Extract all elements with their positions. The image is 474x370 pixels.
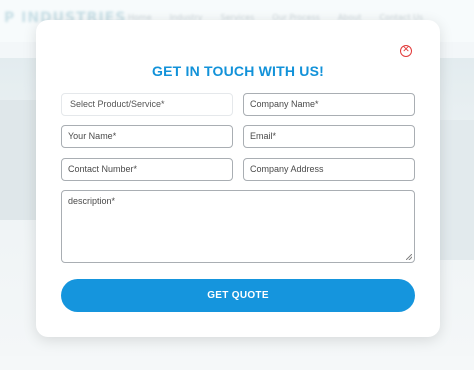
product-select[interactable]: Select Product/Service*: [61, 93, 233, 116]
background-block: [0, 100, 36, 220]
background-footer: [0, 356, 474, 370]
company-name-field[interactable]: Company Name*: [243, 93, 415, 116]
description-textarea[interactable]: description*: [61, 190, 415, 263]
modal-title: GET IN TOUCH WITH US!: [152, 63, 324, 79]
close-icon[interactable]: ✕: [400, 45, 412, 57]
description-placeholder: description*: [68, 196, 116, 206]
contact-number-field[interactable]: Contact Number*: [61, 158, 233, 181]
background-block: [440, 120, 474, 260]
your-name-field[interactable]: Your Name*: [61, 125, 233, 148]
resize-grip-icon[interactable]: [406, 254, 412, 260]
quote-modal: ✕ GET IN TOUCH WITH US! Select Product/S…: [36, 20, 440, 337]
email-field[interactable]: Email*: [243, 125, 415, 148]
company-address-field[interactable]: Company Address: [243, 158, 415, 181]
get-quote-button[interactable]: GET QUOTE: [61, 279, 415, 312]
